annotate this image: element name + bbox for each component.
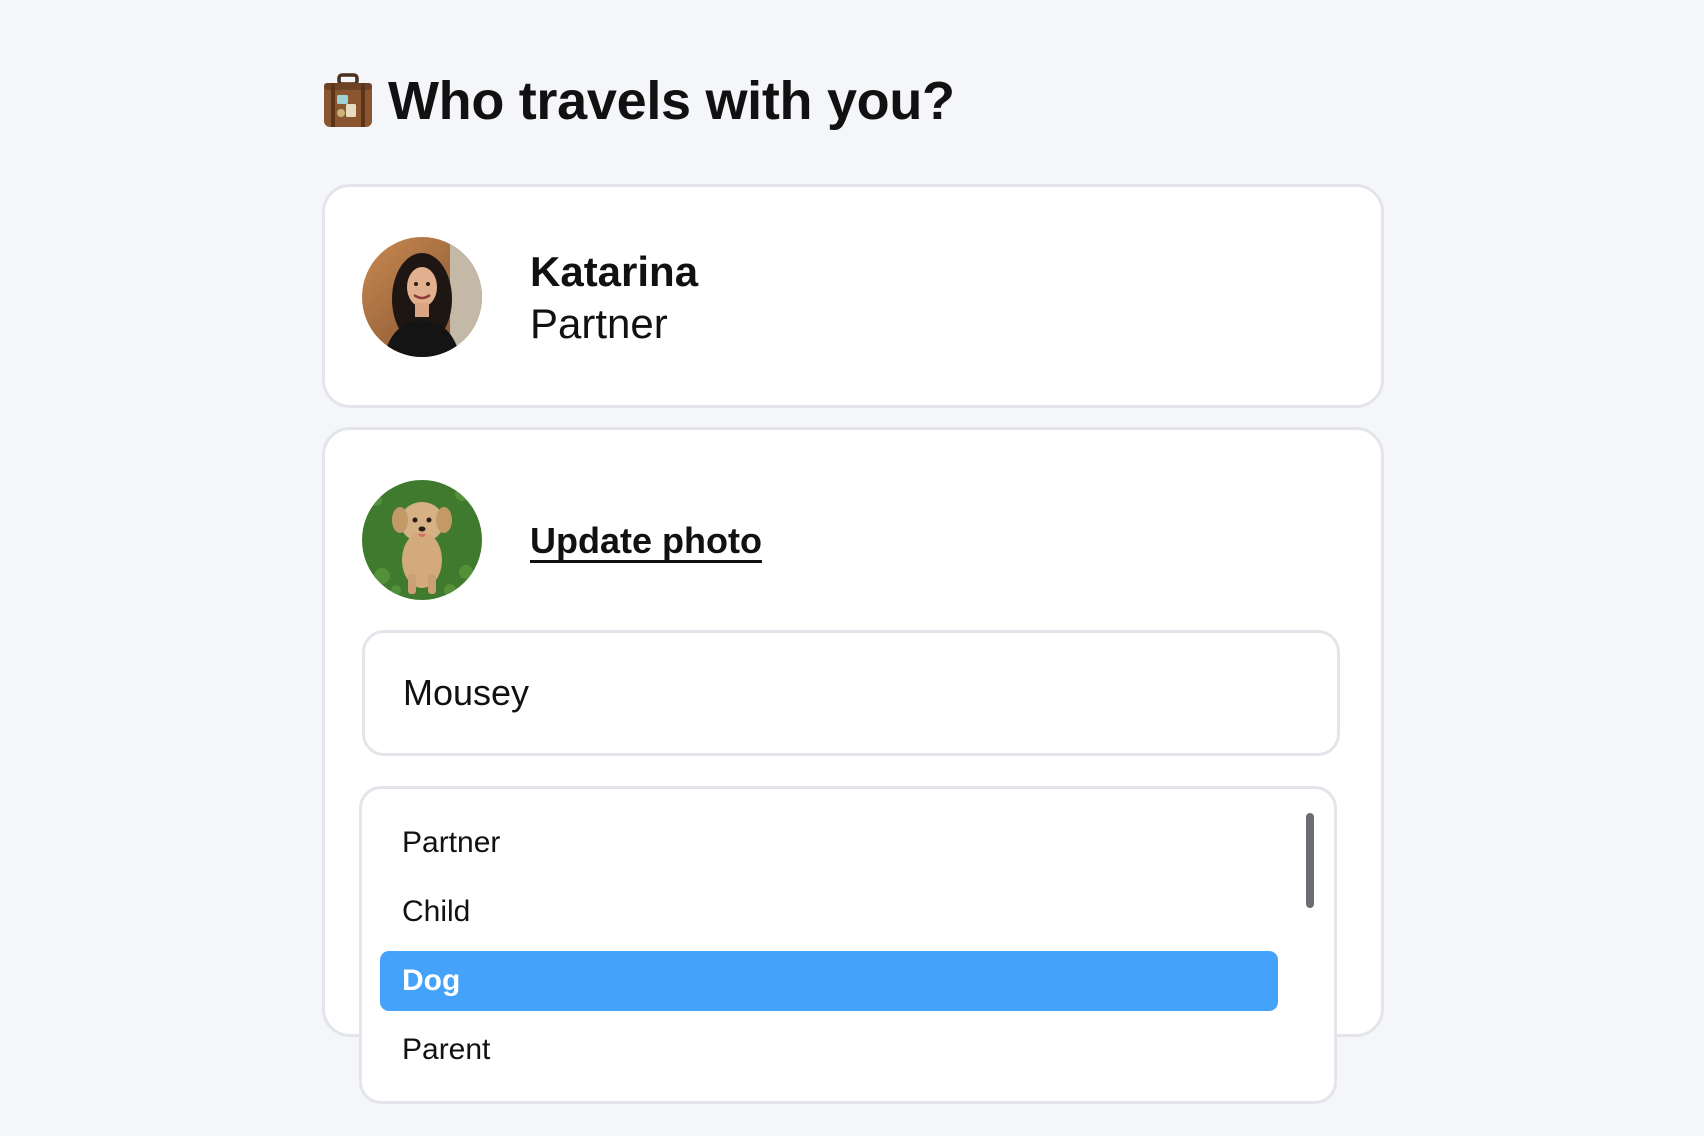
relation-dropdown-list[interactable]: Partner Child Dog Parent <box>359 786 1337 1104</box>
traveler-name: Katarina <box>530 248 699 295</box>
traveler-relation: Partner <box>530 300 668 347</box>
update-photo-link[interactable]: Update photo <box>530 520 762 562</box>
relation-option-partner[interactable]: Partner <box>380 813 1278 873</box>
header: Who travels with you? <box>322 66 955 136</box>
traveler-card[interactable]: Katarina Partner <box>322 184 1384 408</box>
suitcase-icon <box>324 73 372 127</box>
relation-option-dog[interactable]: Dog <box>380 951 1278 1011</box>
relation-option-child[interactable]: Child <box>380 882 1278 942</box>
woman-portrait-icon <box>362 237 482 357</box>
edit-traveler-avatar[interactable] <box>362 480 482 600</box>
page-title: Who travels with you? <box>388 71 955 131</box>
relation-option-parent[interactable]: Parent <box>380 1020 1278 1080</box>
traveler-name-input[interactable] <box>362 630 1340 756</box>
dog-photo-icon <box>362 480 482 600</box>
dropdown-scrollbar[interactable] <box>1306 813 1314 908</box>
traveler-avatar <box>362 237 482 357</box>
